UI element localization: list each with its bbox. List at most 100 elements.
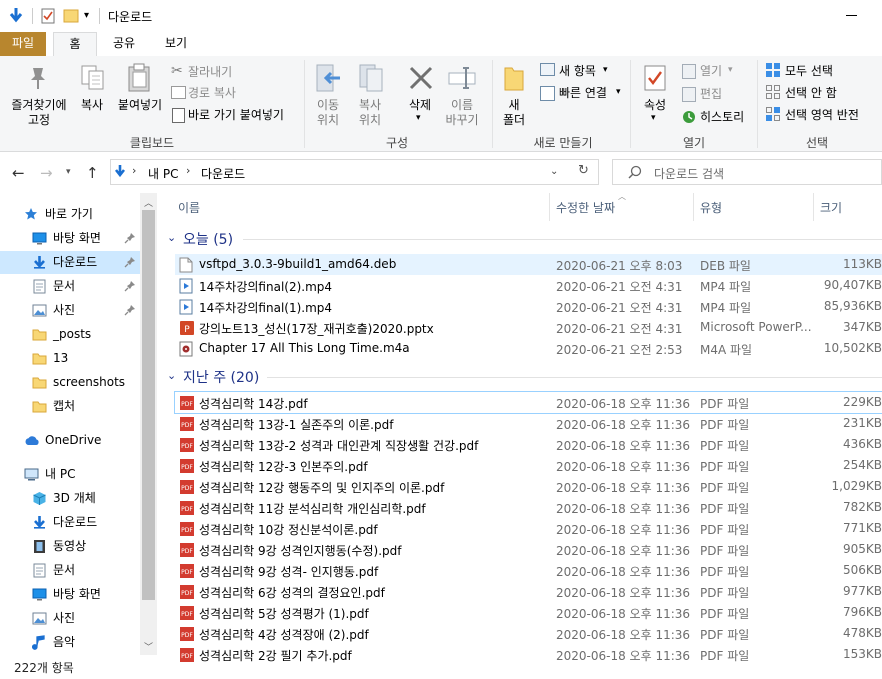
group-header[interactable]: 오늘 (5) — [183, 229, 233, 249]
tab-home[interactable]: 홈 — [53, 32, 97, 57]
recent-locations-icon[interactable]: ▾ — [66, 167, 71, 177]
scroll-up-icon[interactable]: ︿ — [144, 196, 153, 209]
nav-item[interactable]: screenshots — [0, 371, 140, 394]
delete-dropdown-icon[interactable]: ▾ — [416, 113, 421, 123]
new-item-button[interactable]: 새 항목 — [559, 62, 596, 79]
file-row[interactable]: Chapter 17 All This Long Time.m4a 2020-06… — [175, 338, 882, 359]
file-row[interactable]: 14주차강의final(2).mp4 2020-06-21 오전 4:31 MP4 … — [175, 275, 882, 296]
open-dropdown-icon[interactable]: ▾ — [728, 65, 733, 75]
address-bar[interactable] — [110, 159, 599, 185]
new-folder-quick-icon[interactable] — [63, 8, 79, 27]
pin-to-quick-access-button[interactable]: 즐겨찾기에 고정 — [4, 98, 74, 128]
nav-item[interactable]: 캡처 — [0, 395, 140, 418]
new-item-dropdown-icon[interactable]: ▾ — [603, 65, 608, 75]
nav-item[interactable]: 바탕 화면 — [0, 227, 140, 250]
tab-view[interactable]: 보기 — [158, 32, 194, 56]
column-header-name[interactable]: 이름 — [178, 199, 200, 216]
file-row[interactable]: PDF 성격심리학 13강-2 성격과 대인관계 직장생활 건강.pdf 2020-… — [175, 434, 882, 455]
file-row[interactable]: PDF 성격심리학 10강 정신분석이론.pdf 2020-06-18 오후 11:… — [175, 518, 882, 539]
nav-item-label: 내 PC — [45, 467, 76, 481]
paste-button[interactable]: 붙여넣기 — [112, 98, 168, 113]
column-header-date[interactable]: 수정한 날짜 — [556, 199, 615, 216]
properties-button[interactable]: 속성 — [637, 98, 673, 113]
back-arrow-icon[interactable]: ← — [12, 164, 25, 182]
rename-button[interactable]: 이름 바꾸기 — [440, 98, 484, 128]
nav-item[interactable]: 내 PC — [0, 463, 140, 486]
scroll-down-icon[interactable]: ﹀ — [144, 640, 153, 653]
file-row[interactable]: PDF 성격심리학 14강.pdf 2020-06-18 오후 11:36 PDF 파… — [174, 391, 882, 414]
easy-access-dropdown-icon[interactable]: ▾ — [616, 87, 621, 97]
column-header-type[interactable]: 유형 — [700, 199, 722, 216]
nav-item[interactable]: 문서 — [0, 559, 140, 582]
file-row[interactable]: PDF 성격심리학 12강 행동주의 및 인지주의 이론.pdf 2020-06-1… — [175, 476, 882, 497]
nav-item[interactable]: 바탕 화면 — [0, 583, 140, 606]
forward-arrow-icon[interactable]: → — [40, 164, 53, 182]
column-divider[interactable] — [549, 193, 550, 221]
breadcrumb-separator[interactable]: › — [186, 164, 190, 177]
copy-to-icon — [358, 63, 386, 96]
nav-item[interactable]: 음악 — [0, 631, 140, 654]
open-button[interactable]: 열기 — [700, 62, 722, 79]
file-row[interactable]: PDF 성격심리학 9강 성격인지행동(수정).pdf 2020-06-18 오후 … — [175, 539, 882, 560]
column-header-size[interactable]: 크기 — [820, 199, 842, 216]
copy-to-button[interactable]: 복사 위치 — [352, 98, 388, 128]
file-row[interactable]: PDF 성격심리학 6강 성격의 결정요인.pdf 2020-06-18 오후 11… — [175, 581, 882, 602]
svg-text:PDF: PDF — [181, 443, 193, 450]
select-all-button[interactable]: 모두 선택 — [785, 62, 833, 79]
tab-share[interactable]: 공유 — [106, 32, 142, 56]
nav-item[interactable]: _posts — [0, 323, 140, 346]
copy-path-button[interactable]: 경로 복사 — [188, 84, 236, 101]
column-divider[interactable] — [813, 193, 814, 221]
properties-quick-icon[interactable] — [41, 8, 55, 27]
file-row[interactable]: PDF 성격심리학 12강-3 인본주의.pdf 2020-06-18 오후 11:… — [175, 455, 882, 476]
breadcrumb-downloads[interactable]: 다운로드 — [201, 165, 245, 182]
nav-scroll-thumb[interactable] — [142, 210, 155, 600]
select-none-button[interactable]: 선택 안 함 — [785, 84, 837, 101]
address-dropdown-icon[interactable]: ⌄ — [550, 166, 558, 177]
refresh-icon[interactable]: ↻ — [578, 163, 589, 178]
nav-item[interactable]: 사진 — [0, 299, 140, 322]
file-row[interactable]: PDF 성격심리학 13강-1 실존주의 이론.pdf 2020-06-18 오후 … — [175, 413, 882, 434]
copy-button[interactable]: 복사 — [74, 98, 110, 113]
nav-item[interactable]: 사진 — [0, 607, 140, 630]
customize-quick-access-icon[interactable]: ▾ — [84, 10, 89, 21]
nav-item[interactable]: 13 — [0, 347, 140, 370]
paste-shortcut-button[interactable]: 바로 가기 붙여넣기 — [188, 106, 284, 123]
easy-access-button[interactable]: 빠른 연결 — [559, 84, 607, 101]
download-arrow-icon[interactable] — [9, 7, 23, 26]
file-row[interactable]: P 강의노트13_성신(17장_재귀호출)2020.pptx 2020-06-21 … — [175, 317, 882, 338]
file-row[interactable]: PDF 성격심리학 9강 성격- 인지행동.pdf 2020-06-18 오후 11… — [175, 560, 882, 581]
nav-item[interactable]: OneDrive — [0, 429, 140, 452]
nav-item[interactable]: 3D 개체 — [0, 487, 140, 510]
history-button[interactable]: 히스토리 — [700, 108, 744, 125]
up-arrow-icon[interactable]: ↑ — [86, 164, 99, 182]
search-box[interactable] — [612, 159, 882, 185]
file-row[interactable]: 14주차강의final(1).mp4 2020-06-21 오전 4:31 MP4 … — [175, 296, 882, 317]
move-to-button[interactable]: 이동 위치 — [310, 98, 346, 128]
column-divider[interactable] — [693, 193, 694, 221]
file-row[interactable]: PDF 성격심리학 5강 성격평가 (1).pdf 2020-06-18 오후 11… — [175, 602, 882, 623]
new-folder-button[interactable]: 새 폴더 — [496, 98, 532, 128]
file-row[interactable]: PDF 성격심리학 11강 분석심리학 개인심리학.pdf 2020-06-18 오… — [175, 497, 882, 518]
delete-button[interactable]: 삭제 — [402, 98, 438, 113]
search-input[interactable]: 다운로드 검색 — [654, 165, 724, 182]
tab-file[interactable]: 파일 — [0, 32, 46, 56]
cut-button[interactable]: 잘라내기 — [188, 63, 232, 80]
nav-item[interactable]: 바로 가기 — [0, 203, 140, 226]
group-collapse-icon[interactable]: ⌄ — [167, 231, 176, 244]
breadcrumb-my-pc[interactable]: 내 PC — [148, 165, 178, 182]
group-collapse-icon[interactable]: ⌄ — [167, 369, 176, 382]
nav-item[interactable]: 문서 — [0, 275, 140, 298]
group-header[interactable]: 지난 주 (20) — [183, 367, 259, 387]
properties-dropdown-icon[interactable]: ▾ — [651, 113, 656, 123]
invert-selection-button[interactable]: 선택 영역 반전 — [785, 106, 859, 123]
breadcrumb-separator[interactable]: › — [132, 164, 136, 177]
nav-item[interactable]: 다운로드 — [0, 511, 140, 534]
edit-button[interactable]: 편집 — [700, 85, 722, 102]
minimize-button[interactable] — [846, 15, 857, 16]
file-row[interactable]: PDF 성격심리학 4강 성격장애 (2).pdf 2020-06-18 오후 11… — [175, 623, 882, 644]
file-row[interactable]: vsftpd_3.0.3-9build1_amd64.deb 2020-06-21… — [175, 254, 882, 275]
nav-item[interactable]: 동영상 — [0, 535, 140, 558]
file-date: 2020-06-21 오후 8:03 — [556, 259, 683, 273]
nav-item[interactable]: 다운로드 — [0, 251, 140, 274]
